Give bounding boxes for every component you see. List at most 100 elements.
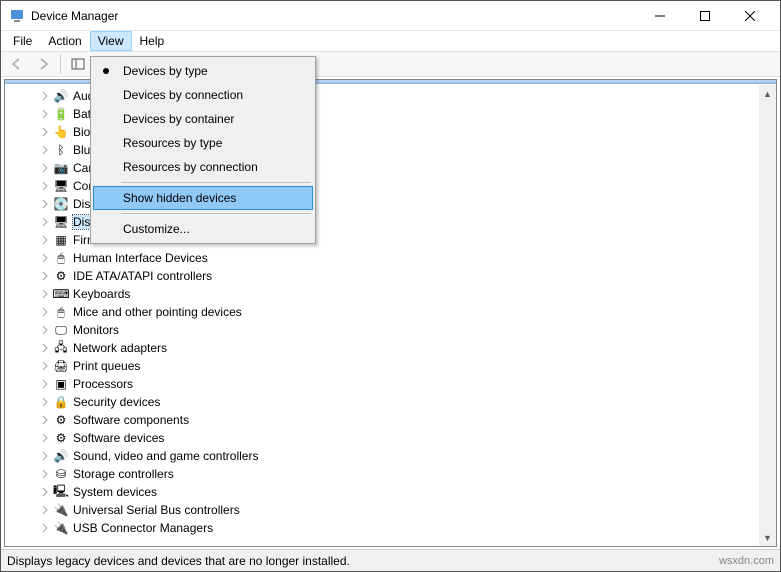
menu-item-label: Devices by type — [123, 64, 208, 78]
tree-item[interactable]: 🔒 Security devices — [11, 393, 759, 411]
expand-chevron-icon[interactable] — [39, 234, 51, 246]
menu-view[interactable]: View — [90, 31, 132, 51]
storage-icon: ⛁ — [53, 466, 69, 482]
network-icon: 🖧 — [53, 340, 69, 356]
keyboard-icon: ⌨ — [53, 286, 69, 302]
tree-item-label: System devices — [73, 485, 157, 499]
expand-chevron-icon[interactable] — [39, 522, 51, 534]
mouse-icon: 🖱 — [53, 304, 69, 320]
expand-chevron-icon[interactable] — [39, 450, 51, 462]
expand-chevron-icon[interactable] — [39, 270, 51, 282]
menu-help[interactable]: Help — [132, 31, 173, 51]
show-hide-tree-button[interactable] — [66, 53, 90, 75]
camera-icon: 📷 — [53, 160, 69, 176]
menu-action[interactable]: Action — [40, 31, 89, 51]
tree-item-label: USB Connector Managers — [73, 521, 213, 535]
tree-item[interactable]: 🖳System devices — [11, 483, 759, 501]
bluetooth-icon: ᛒ — [53, 142, 69, 158]
tree-item[interactable]: ⌨ Keyboards — [11, 285, 759, 303]
tree-item-label: Software components — [73, 413, 189, 427]
menubar: File Action View Help — [1, 31, 780, 51]
tree-item[interactable]: 🔌USB Connector Managers — [11, 519, 759, 537]
expand-chevron-icon[interactable] — [39, 414, 51, 426]
cpu-icon: ▣ — [53, 376, 69, 392]
expand-chevron-icon[interactable] — [39, 306, 51, 318]
tree-item-label: Storage controllers — [73, 467, 174, 481]
expand-chevron-icon[interactable] — [39, 162, 51, 174]
tree-item[interactable]: 🖧Network adapters — [11, 339, 759, 357]
menu-item-label: Resources by connection — [123, 160, 258, 174]
tree-item[interactable]: ▣Processors — [11, 375, 759, 393]
expand-chevron-icon[interactable] — [39, 468, 51, 480]
tree-item[interactable]: 🖨Print queues — [11, 357, 759, 375]
expand-chevron-icon[interactable] — [39, 504, 51, 516]
tree-item[interactable]: 🖱Human Interface Devices — [11, 249, 759, 267]
scroll-up-button[interactable]: ▲ — [759, 85, 776, 102]
menu-customize[interactable]: Customize... — [93, 217, 313, 241]
expand-chevron-icon[interactable] — [39, 90, 51, 102]
menu-devices-by-container[interactable]: Devices by container — [93, 107, 313, 131]
vertical-scrollbar[interactable]: ▲ ▼ — [759, 85, 776, 546]
menu-devices-by-connection[interactable]: Devices by connection — [93, 83, 313, 107]
tree-item[interactable]: ⚙Software components — [11, 411, 759, 429]
tree-item[interactable]: 🔊 Sound, video and game controllers — [11, 447, 759, 465]
tree-item[interactable]: 🖵 Monitors — [11, 321, 759, 339]
tree-item[interactable]: 🔌 Universal Serial Bus controllers — [11, 501, 759, 519]
maximize-button[interactable] — [682, 1, 727, 30]
expand-chevron-icon[interactable] — [39, 180, 51, 192]
back-button[interactable] — [5, 53, 29, 75]
app-icon — [9, 8, 25, 24]
monitor-icon: 🖵 — [53, 322, 69, 338]
expand-chevron-icon[interactable] — [39, 144, 51, 156]
disk-icon: 💽 — [53, 196, 69, 212]
security-icon: 🔒 — [53, 394, 69, 410]
menu-item-label: Show hidden devices — [123, 191, 236, 205]
tree-item[interactable]: ⚙ IDE ATA/ATAPI controllers — [11, 267, 759, 285]
status-text: Displays legacy devices and devices that… — [7, 554, 350, 568]
tree-item-label: Keyboards — [73, 287, 130, 301]
menu-show-hidden-devices[interactable]: Show hidden devices — [93, 186, 313, 210]
scroll-track[interactable] — [759, 102, 776, 529]
titlebar: Device Manager — [1, 1, 780, 31]
window-title: Device Manager — [31, 9, 118, 23]
expand-chevron-icon[interactable] — [39, 378, 51, 390]
sound-icon: 🔊 — [53, 448, 69, 464]
tree-item-label: Monitors — [73, 323, 119, 337]
tree-item[interactable]: ⛁ Storage controllers — [11, 465, 759, 483]
toolbar-separator — [60, 54, 61, 74]
tree-item-label: Sound, video and game controllers — [73, 449, 258, 463]
expand-chevron-icon[interactable] — [39, 108, 51, 120]
expand-chevron-icon[interactable] — [39, 126, 51, 138]
menu-item-label: Devices by connection — [123, 88, 243, 102]
forward-button[interactable] — [31, 53, 55, 75]
expand-chevron-icon[interactable] — [39, 342, 51, 354]
usb-icon: 🔌 — [53, 502, 69, 518]
expand-chevron-icon[interactable] — [39, 324, 51, 336]
menu-file[interactable]: File — [5, 31, 40, 51]
expand-chevron-icon[interactable] — [39, 216, 51, 228]
tree-item-label: IDE ATA/ATAPI controllers — [73, 269, 212, 283]
expand-chevron-icon[interactable] — [39, 396, 51, 408]
expand-chevron-icon[interactable] — [39, 360, 51, 372]
watermark: wsxdn.com — [719, 555, 774, 567]
menu-item-label: Resources by type — [123, 136, 222, 150]
expand-chevron-icon[interactable] — [39, 432, 51, 444]
menu-devices-by-type[interactable]: Devices by type — [93, 59, 313, 83]
scroll-down-button[interactable]: ▼ — [759, 529, 776, 546]
expand-chevron-icon[interactable] — [39, 198, 51, 210]
software-device-icon: ⚙ — [53, 430, 69, 446]
expand-chevron-icon[interactable] — [39, 252, 51, 264]
expand-chevron-icon[interactable] — [39, 288, 51, 300]
tree-item-label: Universal Serial Bus controllers — [73, 503, 240, 517]
tree-item[interactable]: ⚙Software devices — [11, 429, 759, 447]
ide-icon: ⚙ — [53, 268, 69, 284]
audio-icon: 🔊 — [53, 88, 69, 104]
tree-item-label: Human Interface Devices — [73, 251, 208, 265]
tree-item[interactable]: 🖱Mice and other pointing devices — [11, 303, 759, 321]
minimize-button[interactable] — [637, 1, 682, 30]
expand-chevron-icon[interactable] — [39, 486, 51, 498]
close-button[interactable] — [727, 1, 772, 30]
menu-resources-by-type[interactable]: Resources by type — [93, 131, 313, 155]
tree-item-label: Security devices — [73, 395, 160, 409]
menu-resources-by-connection[interactable]: Resources by connection — [93, 155, 313, 179]
